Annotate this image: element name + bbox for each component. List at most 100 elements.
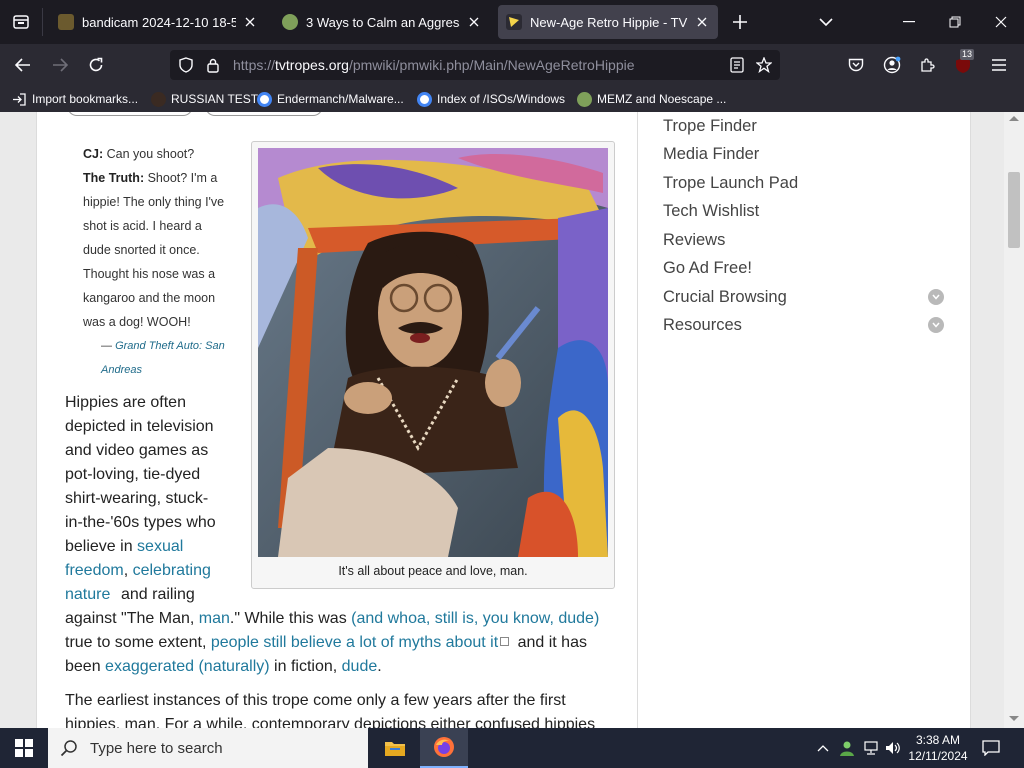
- scroll-down-arrow-icon[interactable]: [1009, 716, 1019, 721]
- extensions-button[interactable]: [917, 54, 939, 76]
- sidebar-item-resources[interactable]: Resources: [663, 316, 742, 335]
- url-bar[interactable]: https://tvtropes.org/pmwiki/pmwiki.php/M…: [170, 50, 780, 80]
- tab-tvtropes[interactable]: New-Age Retro Hippie - TV Trop: [498, 5, 718, 39]
- quote-speaker: CJ:: [83, 147, 104, 161]
- bookmark-import[interactable]: Import bookmarks...: [12, 90, 138, 108]
- sidebar-item-media-finder[interactable]: Media Finder: [663, 145, 759, 164]
- url-path: /pmwiki/pmwiki.php/Main/NewAgeRetroHippi…: [348, 57, 635, 73]
- page-scrollbar[interactable]: [1004, 112, 1024, 728]
- bookmark-label: Import bookmarks...: [32, 92, 139, 106]
- close-tab-icon[interactable]: [466, 14, 482, 30]
- tvtropes-icon: [506, 14, 522, 30]
- close-window-button[interactable]: [978, 0, 1024, 44]
- bookmark-endermanch[interactable]: Endermanch/Malware...: [257, 90, 404, 108]
- page-viewport: CJ: Can you shoot? The Truth: Shoot? I'm…: [0, 112, 1024, 728]
- quote-line: Shoot? I'm a hippie! The only thing I've…: [83, 171, 225, 329]
- quote-source-link[interactable]: Grand Theft Auto: San Andreas: [101, 340, 225, 376]
- close-tab-icon[interactable]: [242, 14, 258, 30]
- tab-bandicam[interactable]: bandicam 2024-12-10 18-53-31-: [50, 5, 266, 39]
- sidebar-item-go-ad-free[interactable]: Go Ad Free!: [663, 259, 752, 278]
- article-paragraph: Hippies are often depicted in television…: [65, 391, 221, 607]
- show-hidden-icons-chevron-up-icon[interactable]: [814, 740, 832, 756]
- page-quote: CJ: Can you shoot? The Truth: Shoot? I'm…: [83, 142, 233, 382]
- close-icon: [995, 16, 1007, 28]
- back-arrow-icon: [15, 58, 30, 72]
- start-button[interactable]: [0, 728, 48, 768]
- firefox-view-button[interactable]: [0, 0, 42, 44]
- tab-title: 3 Ways to Calm an Aggressive C: [306, 14, 460, 30]
- taskbar-file-explorer[interactable]: [371, 728, 419, 768]
- reader-view-icon[interactable]: [728, 56, 746, 74]
- taskbar-firefox[interactable]: [420, 728, 468, 768]
- link-dude[interactable]: dude: [342, 658, 378, 675]
- bandicam-icon: [58, 14, 74, 30]
- list-all-tabs-button[interactable]: [814, 10, 838, 34]
- link-naturally[interactable]: (naturally): [198, 658, 269, 675]
- chevron-down-icon: [819, 18, 833, 27]
- clock-time: 3:38 AM: [915, 733, 961, 747]
- bookmark-russian-test[interactable]: RUSSIAN TEST: [151, 90, 258, 108]
- wikihow-icon: [282, 14, 298, 30]
- hippie-image-illustration: [258, 148, 608, 557]
- link-whoa-still-is[interactable]: (and whoa, still is, you know, dude): [351, 610, 599, 627]
- back-button[interactable]: [10, 52, 36, 78]
- scrollbar-thumb[interactable]: [1008, 172, 1020, 248]
- new-tab-button[interactable]: [728, 10, 752, 34]
- link-man[interactable]: man: [199, 610, 230, 627]
- tab-title: New-Age Retro Hippie - TV Trop: [530, 14, 688, 30]
- bookmark-star-icon[interactable]: [755, 56, 773, 74]
- forward-button[interactable]: [47, 52, 73, 78]
- paragraph-text: ." While this was: [229, 610, 352, 627]
- extension-badge: 13: [960, 49, 975, 60]
- ublock-extension-button[interactable]: 13: [952, 49, 975, 76]
- account-button[interactable]: [881, 54, 903, 76]
- volume-icon[interactable]: [884, 739, 902, 757]
- action-center-button[interactable]: [978, 736, 1004, 760]
- reload-button[interactable]: [83, 52, 109, 78]
- paragraph-text: true to some extent,: [65, 634, 211, 651]
- bookmark-memz[interactable]: MEMZ and Noescape ...: [577, 90, 726, 108]
- scroll-up-arrow-icon[interactable]: [1009, 116, 1019, 121]
- sidebar-item-reviews[interactable]: Reviews: [663, 231, 725, 250]
- chevron-down-icon[interactable]: [928, 317, 944, 333]
- paragraph-text: and railing: [121, 586, 195, 603]
- link-exaggerated[interactable]: exaggerated: [105, 658, 194, 675]
- minimize-button[interactable]: [886, 0, 932, 44]
- taskbar-clock[interactable]: 3:38 AM 12/11/2024: [906, 732, 970, 764]
- pocket-button[interactable]: [845, 54, 867, 76]
- clock-date: 12/11/2024: [908, 749, 968, 763]
- page-button-partial[interactable]: [205, 112, 323, 116]
- quote-attribution: — Grand Theft Auto: San Andreas: [83, 334, 233, 382]
- bookmark-label: MEMZ and Noescape ...: [597, 92, 727, 106]
- sidebar-item-tech-wishlist[interactable]: Tech Wishlist: [663, 202, 759, 221]
- user-tray-icon[interactable]: [838, 739, 856, 757]
- tab-title: bandicam 2024-12-10 18-53-31-: [82, 14, 236, 30]
- firefox-icon: [434, 737, 454, 757]
- lock-icon[interactable]: [206, 57, 220, 73]
- figure-caption: It's all about peace and love, man.: [338, 564, 528, 578]
- hippie-photo[interactable]: [258, 148, 608, 557]
- network-icon[interactable]: [862, 739, 880, 757]
- puzzle-icon: [921, 58, 935, 72]
- close-tab-icon[interactable]: [694, 14, 710, 30]
- chevron-down-icon[interactable]: [928, 289, 944, 305]
- restore-button[interactable]: [932, 0, 978, 44]
- firefox-view-icon: [13, 15, 29, 29]
- url-text[interactable]: https://tvtropes.org/pmwiki/pmwiki.php/M…: [233, 57, 635, 73]
- bookmark-label: Endermanch/Malware...: [277, 92, 404, 106]
- app-menu-button[interactable]: [988, 54, 1010, 76]
- link-myths-external[interactable]: people still believe a lot of myths abou…: [211, 634, 498, 651]
- sidebar-item-crucial-browsing[interactable]: Crucial Browsing: [663, 288, 787, 307]
- taskbar-search-box[interactable]: Type here to search: [48, 728, 368, 768]
- sidebar-item-trope-launch-pad[interactable]: Trope Launch Pad: [663, 174, 798, 193]
- page-button-partial[interactable]: [67, 112, 193, 116]
- search-placeholder: Type here to search: [90, 739, 223, 757]
- paragraph-text: Hippies are often depicted in television…: [65, 394, 216, 555]
- minimize-icon: [903, 21, 915, 23]
- tracking-protection-shield-icon[interactable]: [178, 57, 194, 73]
- bookmark-index-isos[interactable]: Index of /ISOs/Windows: [417, 90, 565, 108]
- sidebar-item-trope-finder[interactable]: Trope Finder: [663, 117, 757, 136]
- russian-test-icon: [151, 91, 166, 107]
- tab-wikihow[interactable]: 3 Ways to Calm an Aggressive C: [274, 5, 490, 39]
- article-paragraph-2: The earliest instances of this trope com…: [65, 692, 596, 728]
